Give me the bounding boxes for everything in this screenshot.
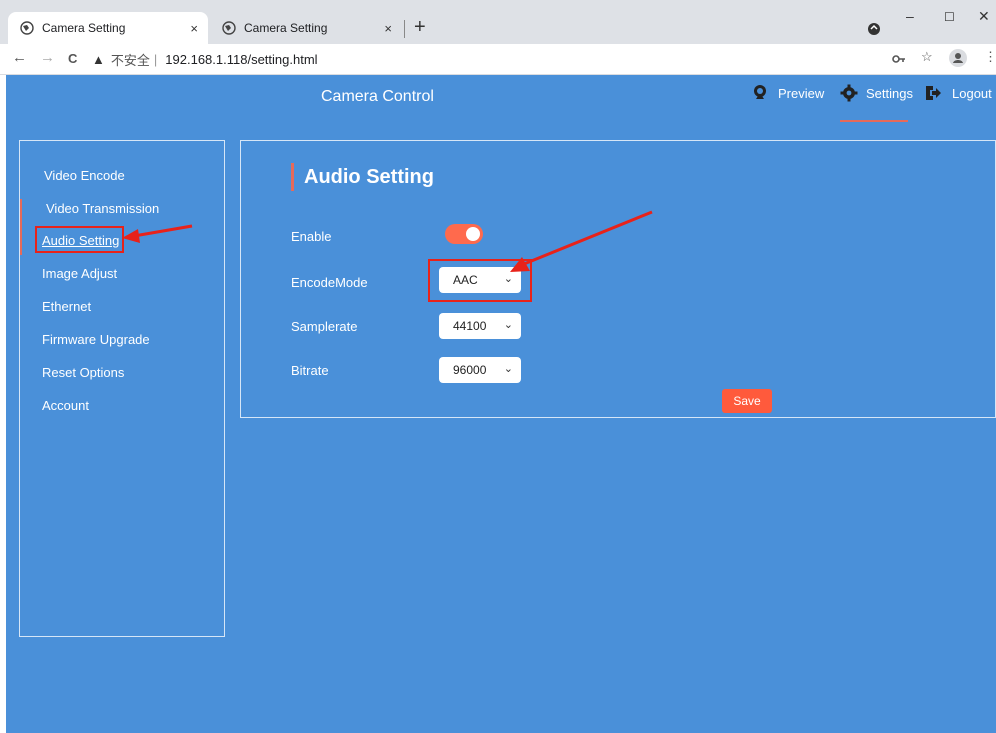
arrow-to-audio-setting [133,224,193,238]
annotation-arrows [122,210,653,272]
arrow-to-encode-mode [523,210,653,266]
arrowhead-audio-setting [122,229,140,243]
arrowhead-encode-mode [510,257,530,272]
